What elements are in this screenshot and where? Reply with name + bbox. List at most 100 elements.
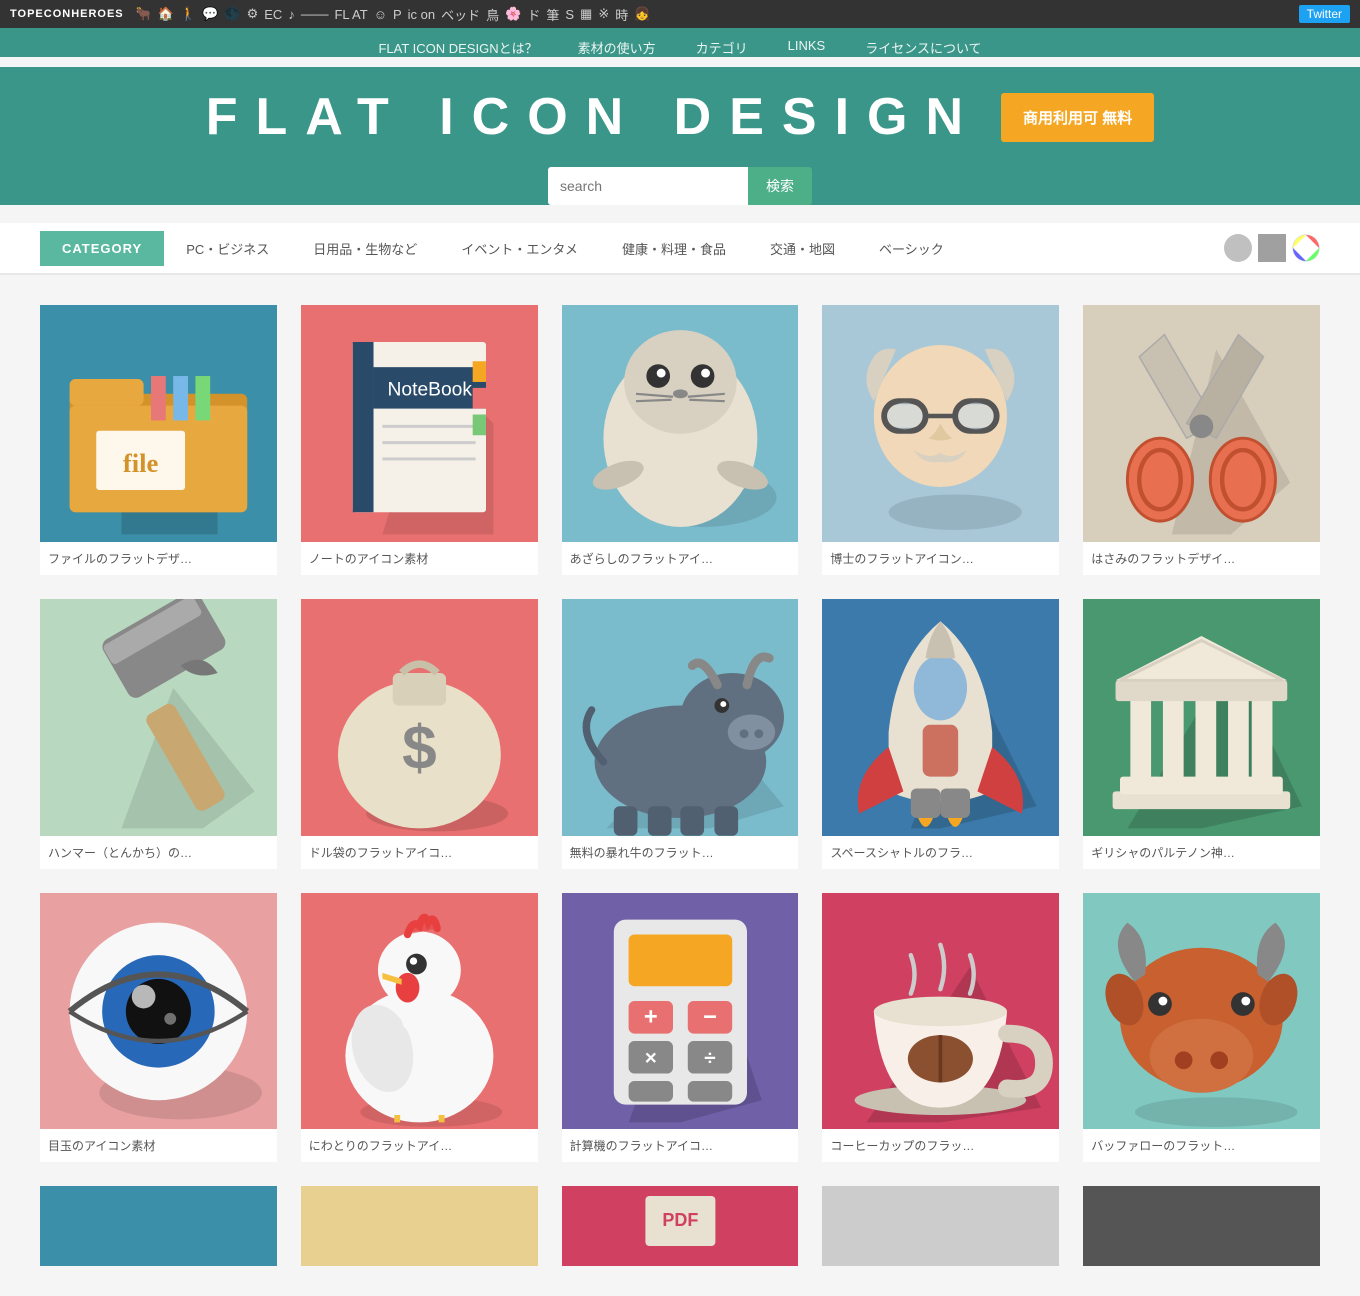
search-row: 検索 (0, 167, 1360, 205)
icon-img-18 (822, 1186, 1059, 1266)
icon-card-3[interactable]: 博士のフラットアイコン… (822, 305, 1059, 575)
category-item-1[interactable]: 日用品・生物など (291, 229, 439, 268)
icon-img-16 (301, 1186, 538, 1266)
site-name[interactable]: TOPECONHEROES (10, 8, 124, 20)
topbar-icon-18: 筆 (546, 5, 559, 24)
nav-link-3[interactable]: LINKS (788, 38, 826, 57)
icon-img-19 (1083, 1186, 1320, 1266)
icon-label-10: 目玉のアイコン素材 (40, 1129, 277, 1162)
icon-grid: file ファイルのフラットデザ… NoteBook (40, 305, 1320, 1266)
topbar-icon-19: S (565, 7, 574, 22)
color-wheel-icon[interactable] (1292, 234, 1320, 262)
nav-link-1[interactable]: 素材の使い方 (578, 38, 656, 57)
topbar-icon-17: ド (527, 5, 540, 24)
twitter-button[interactable]: Twitter (1299, 5, 1350, 23)
icon-card-0[interactable]: file ファイルのフラットデザ… (40, 305, 277, 575)
color-filter-gray[interactable] (1224, 234, 1252, 262)
search-button[interactable]: 検索 (748, 167, 812, 205)
icon-img-7 (562, 599, 799, 836)
cta-button[interactable]: 商用利用可 無料 (1001, 93, 1154, 142)
category-item-3[interactable]: 健康・料理・食品 (600, 229, 748, 268)
icon-img-4 (1083, 305, 1320, 542)
icon-img-11 (301, 893, 538, 1130)
topbar-icon-2: 🏠 (158, 6, 174, 22)
nav-link-2[interactable]: カテゴリ (696, 38, 748, 57)
icon-card-16[interactable] (301, 1186, 538, 1266)
icon-card-12[interactable]: + − × ÷ 計算機のフラットアイコ… (562, 893, 799, 1163)
category-active[interactable]: CATEGORY (40, 231, 164, 266)
svg-text:file: file (123, 448, 159, 478)
icon-label-7: 無料の暴れ牛のフラット… (562, 836, 799, 869)
icon-label-6: ドル袋のフラットアイコ… (301, 836, 538, 869)
icon-label-8: スペースシャトルのフラ… (822, 836, 1059, 869)
color-filter-square[interactable] (1258, 234, 1286, 262)
icon-label-5: ハンマー（とんかち）の… (40, 836, 277, 869)
category-item-2[interactable]: イベント・エンタメ (439, 229, 600, 268)
icon-label-0: ファイルのフラットデザ… (40, 542, 277, 575)
icon-img-6: $ (301, 599, 538, 836)
topbar-icon-6: ⚙ (247, 6, 259, 22)
icon-card-18[interactable] (822, 1186, 1059, 1266)
hero: FLAT ICON DESIGN 商用利用可 無料 検索 (0, 67, 1360, 205)
category-item-0[interactable]: PC・ビジネス (164, 229, 291, 268)
icon-img-9 (1083, 599, 1320, 836)
icon-label-12: 計算機のフラットアイコ… (562, 1129, 799, 1162)
color-filters (1224, 234, 1320, 262)
icon-img-0: file (40, 305, 277, 542)
icon-card-11[interactable]: にわとりのフラットアイ… (301, 893, 538, 1163)
icon-label-14: バッファローのフラット… (1083, 1129, 1320, 1162)
category-bar: CATEGORY PC・ビジネス 日用品・生物など イベント・エンタメ 健康・料… (0, 223, 1360, 275)
icon-card-9[interactable]: ギリシャのパルテノン神… (1083, 599, 1320, 869)
hero-title: FLAT ICON DESIGN (206, 87, 981, 147)
svg-text:−: − (703, 1004, 717, 1030)
icon-card-1[interactable]: NoteBook ノートのアイコン素材 (301, 305, 538, 575)
icon-card-19[interactable] (1083, 1186, 1320, 1266)
svg-text:$: $ (402, 714, 437, 783)
icon-card-6[interactable]: $ ドル袋のフラットアイコ… (301, 599, 538, 869)
icon-card-14[interactable]: バッファローのフラット… (1083, 893, 1320, 1163)
icon-card-4[interactable]: はさみのフラットデザイ… (1083, 305, 1320, 575)
search-input[interactable] (548, 167, 748, 205)
icon-card-15[interactable] (40, 1186, 277, 1266)
topbar-icon-22: 時 (615, 5, 628, 24)
topbar-icon-11: ☺ (374, 7, 387, 22)
icon-img-17: PDF (562, 1186, 799, 1266)
svg-text:÷: ÷ (704, 1046, 715, 1069)
icon-card-5[interactable]: ハンマー（とんかち）の… (40, 599, 277, 869)
nav-link-4[interactable]: ライセンスについて (865, 38, 981, 57)
icon-img-14 (1083, 893, 1320, 1130)
topbar-icon-5: 🌑 (224, 6, 240, 22)
icon-card-13[interactable]: コーヒーカップのフラッ… (822, 893, 1059, 1163)
icon-img-2 (562, 305, 799, 542)
icon-img-3 (822, 305, 1059, 542)
topbar-icon-13: ic on (408, 7, 435, 22)
icon-label-11: にわとりのフラットアイ… (301, 1129, 538, 1162)
icon-card-7[interactable]: 無料の暴れ牛のフラット… (562, 599, 799, 869)
topbar-icon-21: ※ (598, 6, 609, 22)
topbar-icon-4: 💬 (202, 6, 218, 22)
topbar-icon-8: ♪ (288, 7, 295, 22)
icon-card-8[interactable]: スペースシャトルのフラ… (822, 599, 1059, 869)
nav-links: FLAT ICON DESIGNとは？ 素材の使い方 カテゴリ LINKS ライ… (0, 38, 1360, 57)
icon-card-10[interactable]: 目玉のアイコン素材 (40, 893, 277, 1163)
icon-label-1: ノートのアイコン素材 (301, 542, 538, 575)
topbar-icon-3: 🚶 (180, 6, 196, 22)
icon-label-9: ギリシャのパルテノン神… (1083, 836, 1320, 869)
icon-img-5 (40, 599, 277, 836)
icon-img-10 (40, 893, 277, 1130)
icon-card-17[interactable]: PDF (562, 1186, 799, 1266)
nav-link-0[interactable]: FLAT ICON DESIGNとは？ (378, 38, 537, 57)
topbar-icon-14: ベッド (441, 5, 480, 24)
svg-text:+: + (643, 1004, 657, 1030)
grid-area: file ファイルのフラットデザ… NoteBook (0, 275, 1360, 1296)
icon-img-12: + − × ÷ (562, 893, 799, 1130)
category-item-5[interactable]: ベーシック (857, 229, 966, 268)
icon-card-2[interactable]: あざらしのフラットアイ… (562, 305, 799, 575)
topbar-icon-7: EC (264, 7, 282, 22)
topbar-icon-1: 🐂 (136, 6, 152, 22)
svg-text:PDF: PDF (662, 1210, 698, 1230)
category-item-4[interactable]: 交通・地図 (748, 229, 857, 268)
nav: FLAT ICON DESIGNとは？ 素材の使い方 カテゴリ LINKS ライ… (0, 28, 1360, 57)
icon-img-8 (822, 599, 1059, 836)
svg-text:×: × (644, 1046, 656, 1069)
